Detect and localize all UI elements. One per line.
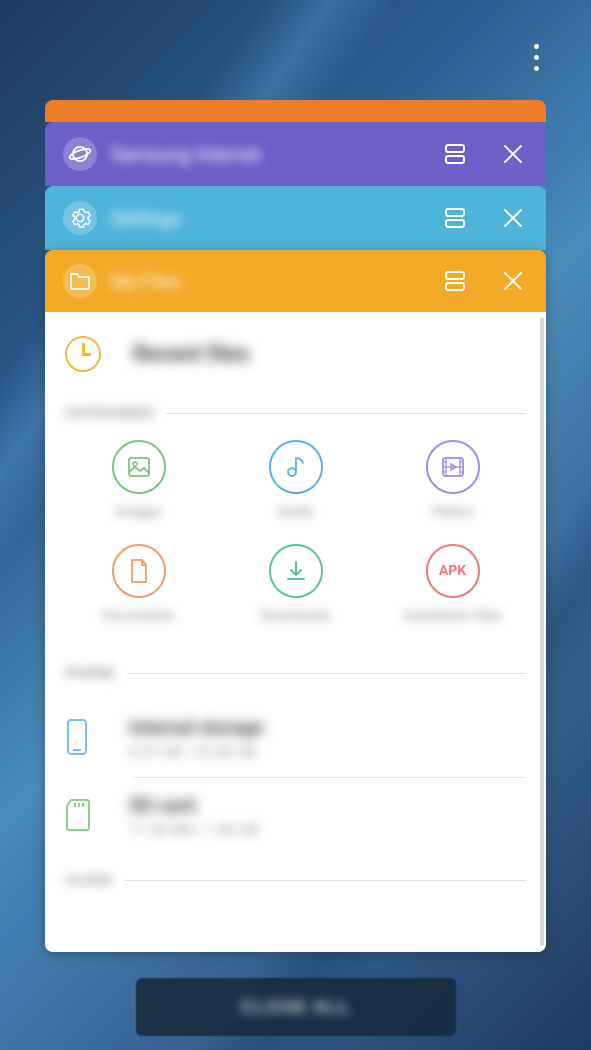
recent-apps-stack: Samsung Internet Settings (45, 100, 546, 952)
storage-sd[interactable]: SD card 11.30 MB / 1.86 GB (65, 778, 526, 855)
folder-icon (63, 264, 97, 298)
image-icon (112, 440, 166, 494)
categories-header: CATEGORIES (65, 404, 526, 422)
close-card-button[interactable] (498, 203, 528, 233)
close-all-label: CLOSE ALL (240, 997, 350, 1017)
sd-card-icon (65, 798, 97, 836)
close-all-button[interactable]: CLOSE ALL (136, 978, 456, 1036)
card-header: My Files (45, 250, 546, 312)
card-behind-1[interactable] (45, 100, 546, 122)
category-documents[interactable]: Documents (65, 544, 212, 624)
category-label: Documents (103, 608, 174, 624)
storage-subtitle: 11.30 MB / 1.86 GB (129, 821, 526, 839)
category-label: Installation files (403, 608, 501, 624)
divider (127, 673, 526, 674)
apk-icon: APK (426, 544, 480, 598)
close-card-button[interactable] (498, 139, 528, 169)
categories-grid: Images Audio Videos (65, 440, 526, 624)
divider (166, 413, 526, 414)
category-label: Images (115, 504, 161, 520)
planet-icon (63, 137, 97, 171)
recent-files-row[interactable]: Recent files (65, 336, 526, 372)
phone-header: PHONE (65, 664, 526, 682)
category-label: Downloads (261, 608, 331, 624)
recent-files-label: Recent files (133, 342, 249, 367)
storage-internal[interactable]: Internal storage 8.07 GB / 32.00 GB (65, 700, 526, 777)
phone-icon (65, 718, 97, 760)
section-label: CLOUD (65, 871, 112, 889)
video-icon (426, 440, 480, 494)
more-options-button[interactable] (534, 44, 539, 71)
gear-icon (63, 201, 97, 235)
section-label: PHONE (65, 664, 115, 682)
clock-icon (65, 336, 101, 372)
card-behind-settings[interactable]: Settings (45, 186, 546, 250)
storage-title: SD card (129, 794, 526, 817)
category-label: Videos (431, 504, 474, 520)
apk-text: APK (439, 563, 466, 579)
category-label: Audio (277, 504, 313, 520)
audio-icon (269, 440, 323, 494)
app-title: My Files (111, 270, 440, 293)
category-videos[interactable]: Videos (379, 440, 526, 520)
storage-subtitle: 8.07 GB / 32.00 GB (129, 743, 526, 761)
card-my-files[interactable]: My Files Recent files CATEGORIES (45, 250, 546, 952)
card-body: Recent files CATEGORIES Images Audio (45, 312, 546, 952)
split-screen-button[interactable] (440, 203, 470, 233)
app-title: Samsung Internet (111, 143, 440, 166)
close-card-button[interactable] (498, 266, 528, 296)
scrollbar[interactable] (540, 318, 544, 946)
storage-title: Internal storage (129, 716, 526, 739)
card-behind-samsung-internet[interactable]: Samsung Internet (45, 122, 546, 186)
category-images[interactable]: Images (65, 440, 212, 520)
download-icon (269, 544, 323, 598)
split-screen-button[interactable] (440, 139, 470, 169)
category-apk[interactable]: APK Installation files (379, 544, 526, 624)
divider (124, 880, 526, 881)
category-audio[interactable]: Audio (222, 440, 369, 520)
section-label: CATEGORIES (65, 404, 154, 422)
category-downloads[interactable]: Downloads (222, 544, 369, 624)
document-icon (112, 544, 166, 598)
app-title: Settings (111, 207, 440, 230)
split-screen-button[interactable] (440, 266, 470, 296)
cloud-header: CLOUD (65, 871, 526, 889)
